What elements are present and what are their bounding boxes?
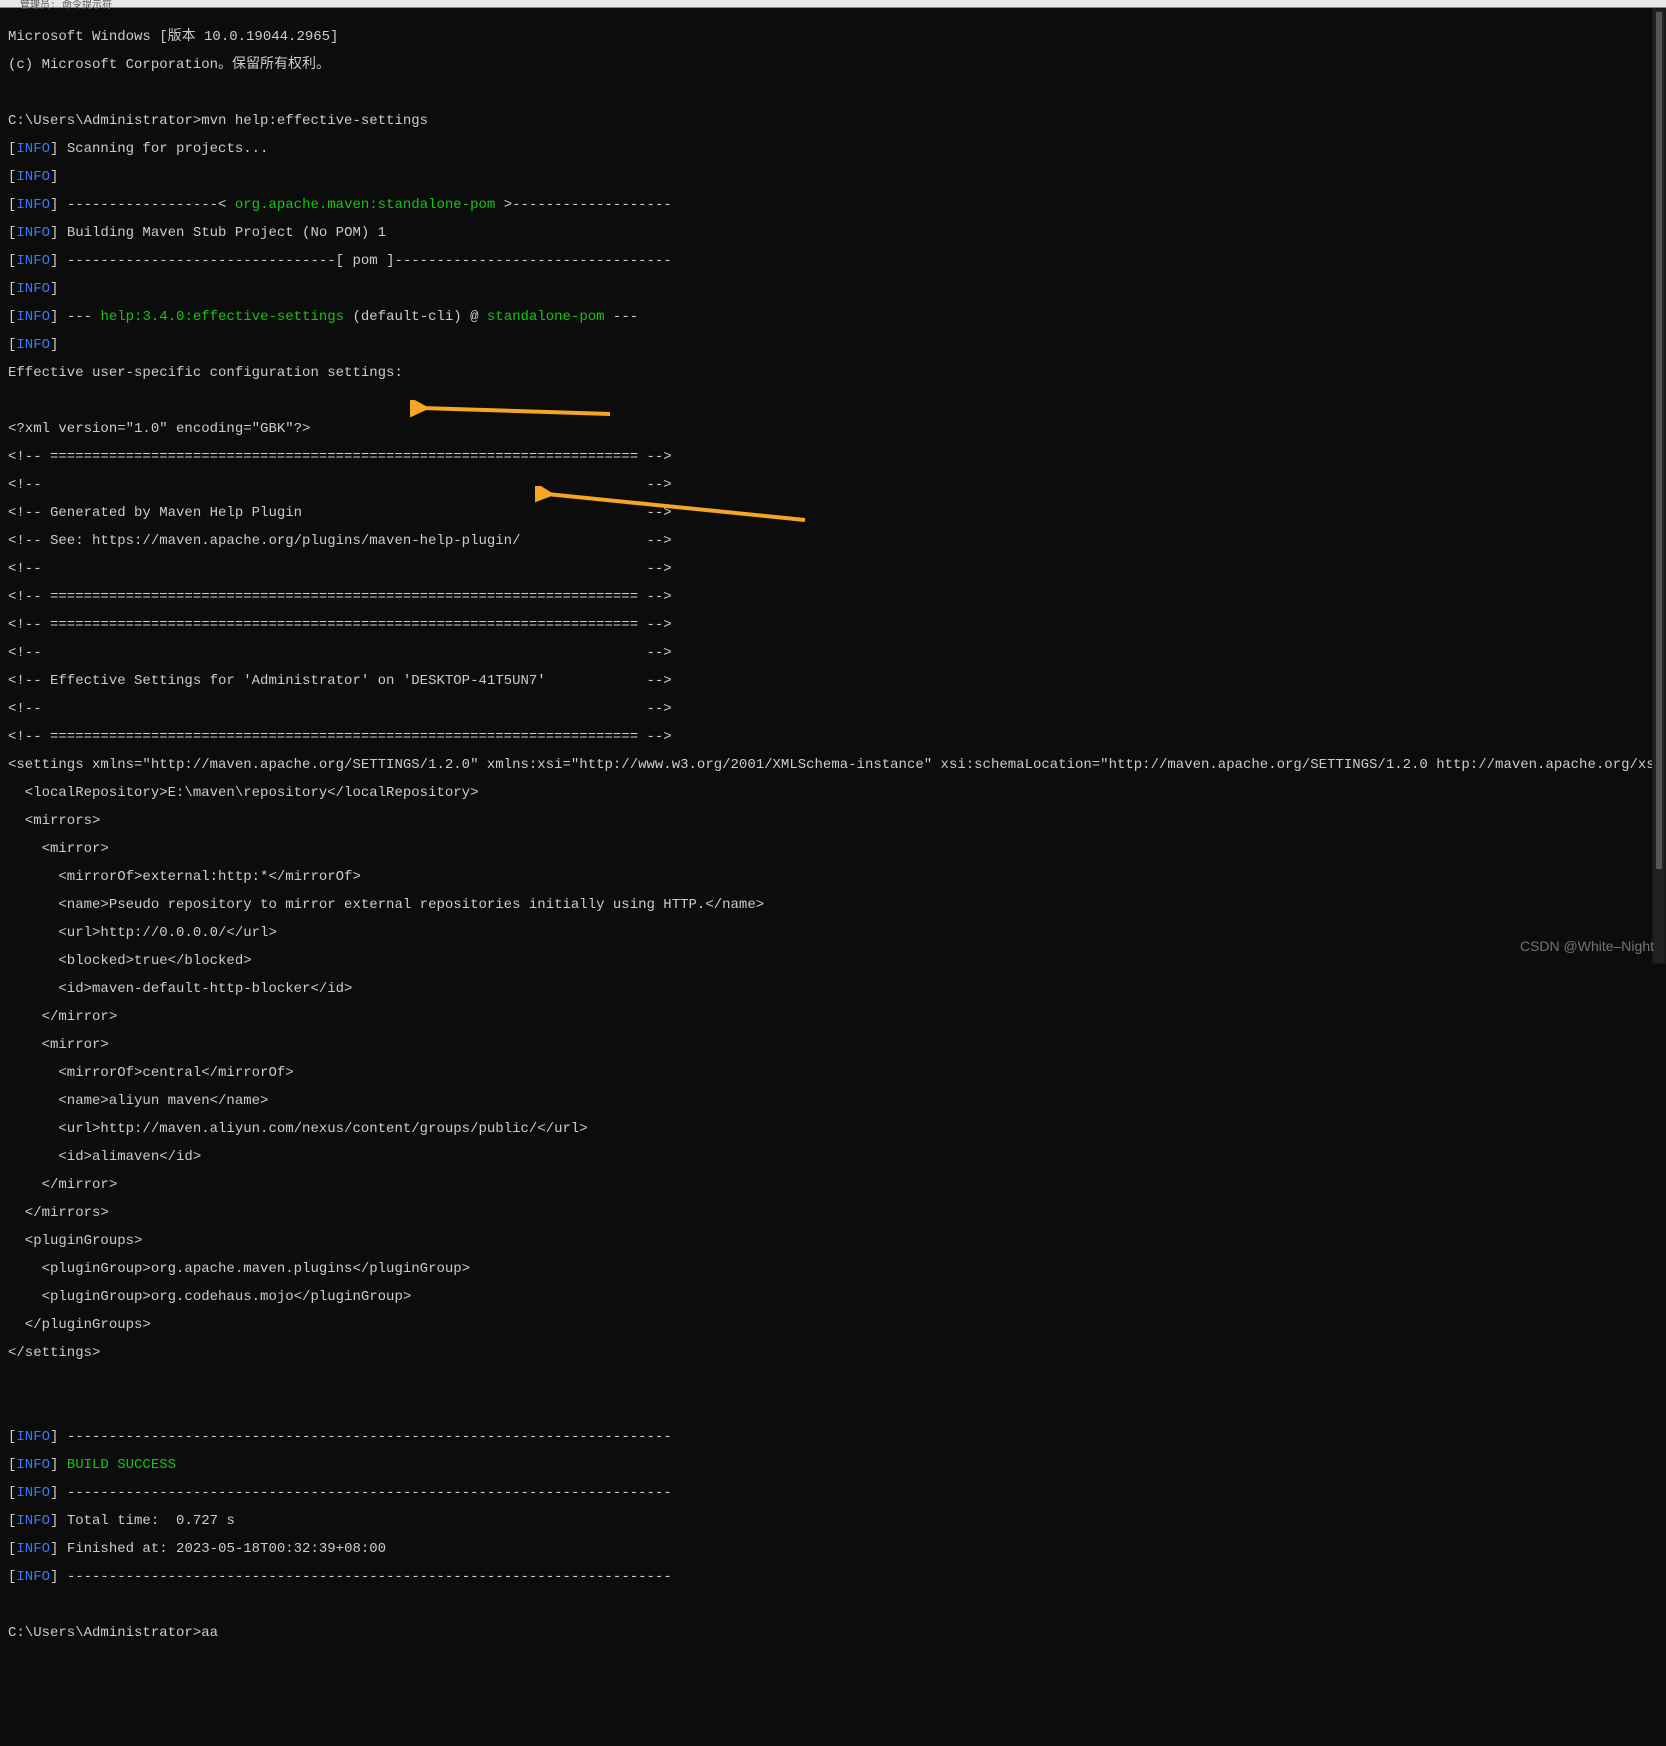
comment-see: <!-- See: https://maven.apache.org/plugi… xyxy=(8,534,1658,548)
vertical-scrollbar[interactable] xyxy=(1652,8,1666,964)
comment-sep-1: <!-- ===================================… xyxy=(8,450,1658,464)
info-building: [INFO] Building Maven Stub Project (No P… xyxy=(8,226,1658,240)
mirror-2-name: <name>aliyun maven</name> xyxy=(8,1094,1658,1108)
info-total-time: [INFO] Total time: 0.727 s xyxy=(8,1514,1658,1528)
terminal-output[interactable]: Microsoft Windows [版本 10.0.19044.2965] (… xyxy=(0,8,1666,1746)
info-empty: [INFO] xyxy=(8,170,1658,184)
mirror-2-id: <id>alimaven</id> xyxy=(8,1150,1658,1164)
blank-2 xyxy=(8,394,1658,408)
info-dash-3: [INFO] ---------------------------------… xyxy=(8,1570,1658,1584)
info-goal: [INFO] --- help:3.4.0:effective-settings… xyxy=(8,310,1658,324)
blank-5 xyxy=(8,1598,1658,1612)
info-dash-1: [INFO] ---------------------------------… xyxy=(8,1430,1658,1444)
mirror-1-of: <mirrorOf>external:http:*</mirrorOf> xyxy=(8,870,1658,884)
comment-blank-2: <!-- --> xyxy=(8,562,1658,576)
local-repository: <localRepository>E:\maven\repository</lo… xyxy=(8,786,1658,800)
mirror-2-close: </mirror> xyxy=(8,1178,1658,1192)
info-empty-2: [INFO] xyxy=(8,282,1658,296)
xml-decl: <?xml version="1.0" encoding="GBK"?> xyxy=(8,422,1658,436)
prompt-command: C:\Users\Administrator>mvn help:effectiv… xyxy=(8,114,1658,128)
plugingroups-close: </pluginGroups> xyxy=(8,1318,1658,1332)
cmd-icon xyxy=(6,0,16,8)
mirror-1-url: <url>http://0.0.0.0/</url> xyxy=(8,926,1658,940)
watermark-text: CSDN @White–Night xyxy=(1520,938,1654,954)
mirror-1-open: <mirror> xyxy=(8,842,1658,856)
blank-4 xyxy=(8,1402,1658,1416)
plugingroups-open: <pluginGroups> xyxy=(8,1234,1658,1248)
window-titlebar[interactable]: 管理员: 命令提示符 xyxy=(0,0,1666,8)
comment-eff: <!-- Effective Settings for 'Administrat… xyxy=(8,674,1658,688)
header-line-2: (c) Microsoft Corporation。保留所有权利。 xyxy=(8,58,1658,72)
effective-header: Effective user-specific configuration se… xyxy=(8,366,1658,380)
mirrors-open: <mirrors> xyxy=(8,814,1658,828)
info-finished: [INFO] Finished at: 2023-05-18T00:32:39+… xyxy=(8,1542,1658,1556)
info-dash-open: [INFO] ------------------< org.apache.ma… xyxy=(8,198,1658,212)
mirror-2-open: <mirror> xyxy=(8,1038,1658,1052)
info-dash-2: [INFO] ---------------------------------… xyxy=(8,1486,1658,1500)
settings-close: </settings> xyxy=(8,1346,1658,1360)
header-line-1: Microsoft Windows [版本 10.0.19044.2965] xyxy=(8,30,1658,44)
info-empty-3: [INFO] xyxy=(8,338,1658,352)
comment-sep-3: <!-- ===================================… xyxy=(8,618,1658,632)
blank-3 xyxy=(8,1374,1658,1388)
mirrors-close: </mirrors> xyxy=(8,1206,1658,1220)
scrollbar-thumb[interactable] xyxy=(1656,12,1662,869)
mirror-2-of: <mirrorOf>central</mirrorOf> xyxy=(8,1066,1658,1080)
info-scan: [INFO] Scanning for projects... xyxy=(8,142,1658,156)
plugingroup-2: <pluginGroup>org.codehaus.mojo</pluginGr… xyxy=(8,1290,1658,1304)
plugingroup-1: <pluginGroup>org.apache.maven.plugins</p… xyxy=(8,1262,1658,1276)
mirror-1-close: </mirror> xyxy=(8,1010,1658,1024)
comment-sep-2: <!-- ===================================… xyxy=(8,590,1658,604)
comment-blank-4: <!-- --> xyxy=(8,702,1658,716)
settings-open: <settings xmlns="http://maven.apache.org… xyxy=(8,758,1658,772)
info-pom: [INFO] --------------------------------[… xyxy=(8,254,1658,268)
comment-blank-3: <!-- --> xyxy=(8,646,1658,660)
mirror-2-url: <url>http://maven.aliyun.com/nexus/conte… xyxy=(8,1122,1658,1136)
mirror-1-name: <name>Pseudo repository to mirror extern… xyxy=(8,898,1658,912)
prompt-2: C:\Users\Administrator>aa xyxy=(8,1626,1658,1640)
comment-blank-1: <!-- --> xyxy=(8,478,1658,492)
comment-sep-4: <!-- ===================================… xyxy=(8,730,1658,744)
scrollbar-track xyxy=(1654,10,1664,962)
comment-gen: <!-- Generated by Maven Help Plugin --> xyxy=(8,506,1658,520)
mirror-1-blocked: <blocked>true</blocked> xyxy=(8,954,1658,968)
info-build-success: [INFO] BUILD SUCCESS xyxy=(8,1458,1658,1472)
blank xyxy=(8,86,1658,100)
mirror-1-id: <id>maven-default-http-blocker</id> xyxy=(8,982,1658,996)
